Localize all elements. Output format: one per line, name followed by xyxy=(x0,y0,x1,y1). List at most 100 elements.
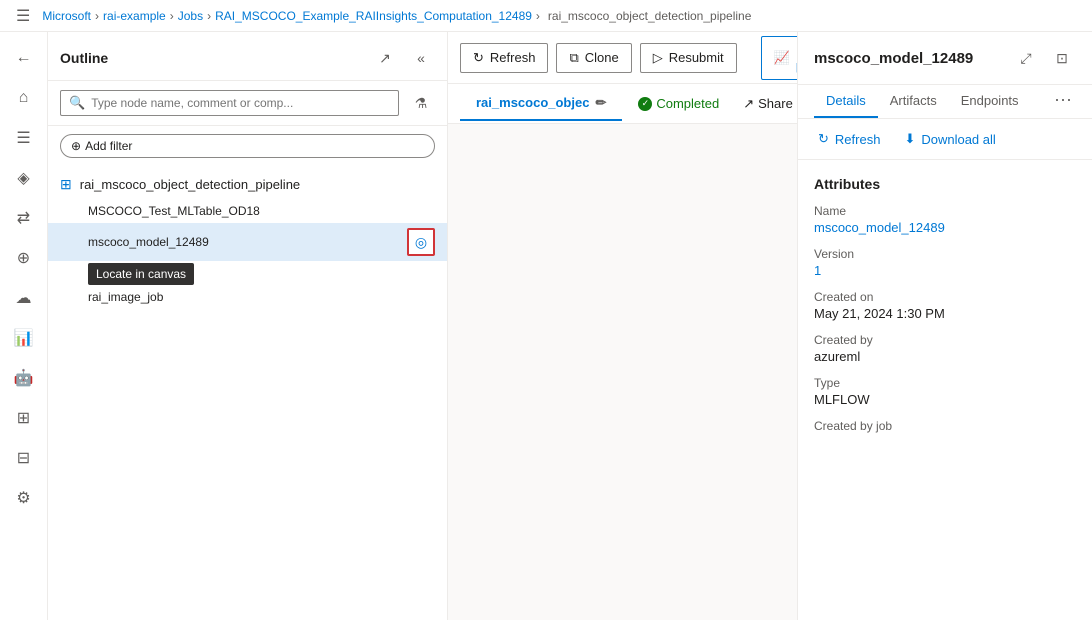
resubmit-icon: ▷ xyxy=(653,50,663,66)
panel-tab-more-icon[interactable]: ··· xyxy=(1050,85,1076,118)
tree-root-label: rai_mscoco_object_detection_pipeline xyxy=(80,177,300,192)
attr-name: Name mscoco_model_12489 xyxy=(814,204,1076,235)
attributes-title: Attributes xyxy=(814,176,1076,192)
attr-created-by-job-label: Created by job xyxy=(814,419,1076,433)
refresh-icon: ↻ xyxy=(473,50,484,66)
sidebar-title: Outline xyxy=(60,50,108,66)
nav-exchange-icon[interactable]: ⇄ xyxy=(6,200,42,236)
tree-child-model[interactable]: mscoco_model_12489 ◎ xyxy=(48,223,447,261)
attr-name-value[interactable]: mscoco_model_12489 xyxy=(814,220,1076,235)
tab-details[interactable]: Details xyxy=(814,85,878,118)
breadcrumb-current: rai_mscoco_object_detection_pipeline xyxy=(548,9,751,23)
panel-detach-icon[interactable]: ⊡ xyxy=(1048,44,1076,72)
add-filter-button[interactable]: ⊕ Add filter xyxy=(60,134,435,158)
tab-artifacts[interactable]: Artifacts xyxy=(878,85,949,118)
attr-type-value: MLFLOW xyxy=(814,392,1076,407)
job-tab-bar: rai_mscoco_objec ✏ Completed ↗ Share ▾ ⊞ xyxy=(448,84,797,124)
pipeline-icon: ⊞ xyxy=(60,176,72,193)
profiling-icon: 📈 xyxy=(774,50,790,66)
panel-expand-icon[interactable]: ⤢ xyxy=(1012,44,1040,72)
refresh-button[interactable]: ↻ Refresh xyxy=(460,43,548,73)
nav-back-icon[interactable]: ← xyxy=(6,40,42,76)
completed-status: Completed xyxy=(638,96,719,111)
share-icon: ↗ xyxy=(743,96,754,112)
panel-tabs: Details Artifacts Endpoints ··· xyxy=(798,85,1092,119)
sidebar: Outline ↗ « 🔍 ⚗ ⊕ Add filter xyxy=(48,32,448,620)
nav-settings-icon[interactable]: ⚙ xyxy=(6,480,42,516)
status-area: Completed xyxy=(622,96,735,111)
nav-hexagon-icon[interactable]: ◈ xyxy=(6,160,42,196)
content-area: ↻ Refresh ⧉ Clone ▷ Resubmit 📈 View prof… xyxy=(448,32,797,620)
nav-cloud-icon[interactable]: ☁ xyxy=(6,280,42,316)
search-input[interactable] xyxy=(91,96,390,110)
panel-content: Attributes Name mscoco_model_12489 Versi… xyxy=(798,160,1092,620)
attr-created-on: Created on May 21, 2024 1:30 PM xyxy=(814,290,1076,321)
nav-grid2-icon[interactable]: ⊟ xyxy=(6,440,42,476)
tab-label: rai_mscoco_objec xyxy=(476,95,589,110)
attr-created-by-label: Created by xyxy=(814,333,1076,347)
attr-version-value: 1 xyxy=(814,263,1076,278)
sidebar-share-icon[interactable]: ↗ xyxy=(371,44,399,72)
breadcrumb-job-name[interactable]: RAI_MSCOCO_Example_RAIInsights_Computati… xyxy=(215,9,532,23)
clone-icon: ⧉ xyxy=(569,50,578,66)
panel-toolbar: ↻ Refresh ⬇ Download all xyxy=(798,119,1092,160)
sidebar-tree: ⊞ rai_mscoco_object_detection_pipeline M… xyxy=(48,166,447,620)
breadcrumb: ☰ Microsoft › rai-example › Jobs › RAI_M… xyxy=(0,0,1092,32)
nav-plus-icon[interactable]: ⊕ xyxy=(6,240,42,276)
attr-created-on-label: Created on xyxy=(814,290,1076,304)
view-profiling-button[interactable]: 📈 View profiling xyxy=(761,36,797,80)
locate-tooltip: Locate in canvas xyxy=(88,263,194,285)
attr-created-by-value: azureml xyxy=(814,349,1076,364)
clone-button[interactable]: ⧉ Clone xyxy=(556,43,631,73)
nav-chart-icon[interactable]: 📊 xyxy=(6,320,42,356)
tab-endpoints[interactable]: Endpoints xyxy=(949,85,1031,118)
tree-child-mltable[interactable]: MSCOCO_Test_MLTable_OD18 xyxy=(48,199,447,223)
canvas-area[interactable]: ⬡ mscoco_model_12489 mscoco_model_12489 … xyxy=(448,124,797,620)
connector-svg xyxy=(448,124,797,620)
tree-child-label-model: mscoco_model_12489 xyxy=(88,235,209,249)
status-dot-icon xyxy=(638,97,652,111)
sidebar-header: Outline ↗ « xyxy=(48,32,447,81)
panel-download-icon: ⬇ xyxy=(904,131,915,147)
sidebar-collapse-icon[interactable]: « xyxy=(407,44,435,72)
resubmit-button[interactable]: ▷ Resubmit xyxy=(640,43,737,73)
attr-created-by: Created by azureml xyxy=(814,333,1076,364)
attr-type: Type MLFLOW xyxy=(814,376,1076,407)
attr-created-on-value: May 21, 2024 1:30 PM xyxy=(814,306,1076,321)
attributes-section: Attributes Name mscoco_model_12489 Versi… xyxy=(814,176,1076,433)
filter-plus-icon: ⊕ xyxy=(71,139,81,153)
tree-child-label-rai: rai_image_job xyxy=(88,290,163,304)
main-toolbar: ↻ Refresh ⧉ Clone ▷ Resubmit 📈 View prof… xyxy=(448,32,797,84)
panel-title: mscoco_model_12489 xyxy=(814,50,973,67)
nav-grid-icon[interactable]: ⊞ xyxy=(6,400,42,436)
locate-in-canvas-button[interactable]: ◎ xyxy=(407,228,435,256)
attr-created-by-job: Created by job xyxy=(814,419,1076,433)
tree-root-item[interactable]: ⊞ rai_mscoco_object_detection_pipeline xyxy=(48,170,447,199)
tree-child-label-mltable: MSCOCO_Test_MLTable_OD18 xyxy=(88,204,260,218)
nav-menu-icon[interactable]: ☰ xyxy=(6,120,42,156)
nav-robot-icon[interactable]: 🤖 xyxy=(6,360,42,396)
tab-rai-mscoco[interactable]: rai_mscoco_objec ✏ xyxy=(460,87,622,121)
breadcrumb-jobs[interactable]: Jobs xyxy=(178,9,203,23)
panel-refresh-icon: ↻ xyxy=(818,131,829,147)
share-button[interactable]: ↗ Share ▾ xyxy=(735,92,797,116)
attr-version: Version 1 xyxy=(814,247,1076,278)
panel-header: mscoco_model_12489 ⤢ ⊡ xyxy=(798,32,1092,85)
breadcrumb-rai-example[interactable]: rai-example xyxy=(103,9,166,23)
breadcrumb-microsoft[interactable]: Microsoft xyxy=(42,9,91,23)
attr-type-label: Type xyxy=(814,376,1076,390)
search-icon: 🔍 xyxy=(69,95,85,111)
tree-child-rai-job[interactable]: rai_image_job xyxy=(48,285,447,309)
filter-icon[interactable]: ⚗ xyxy=(407,89,435,117)
nav-home-icon[interactable]: ⌂ xyxy=(6,80,42,116)
panel-refresh-button[interactable]: ↻ Refresh xyxy=(810,127,888,151)
search-wrapper: 🔍 xyxy=(60,90,399,116)
edit-icon[interactable]: ✏ xyxy=(595,95,606,111)
hamburger-icon[interactable]: ☰ xyxy=(16,6,30,26)
panel-download-all-button[interactable]: ⬇ Download all xyxy=(896,127,1003,151)
attr-name-label: Name xyxy=(814,204,1076,218)
sidebar-header-actions: ↗ « xyxy=(371,44,435,72)
panel-header-icons: ⤢ ⊡ xyxy=(1012,44,1076,72)
attr-version-label: Version xyxy=(814,247,1076,261)
right-panel: mscoco_model_12489 ⤢ ⊡ Details Artifacts… xyxy=(797,32,1092,620)
